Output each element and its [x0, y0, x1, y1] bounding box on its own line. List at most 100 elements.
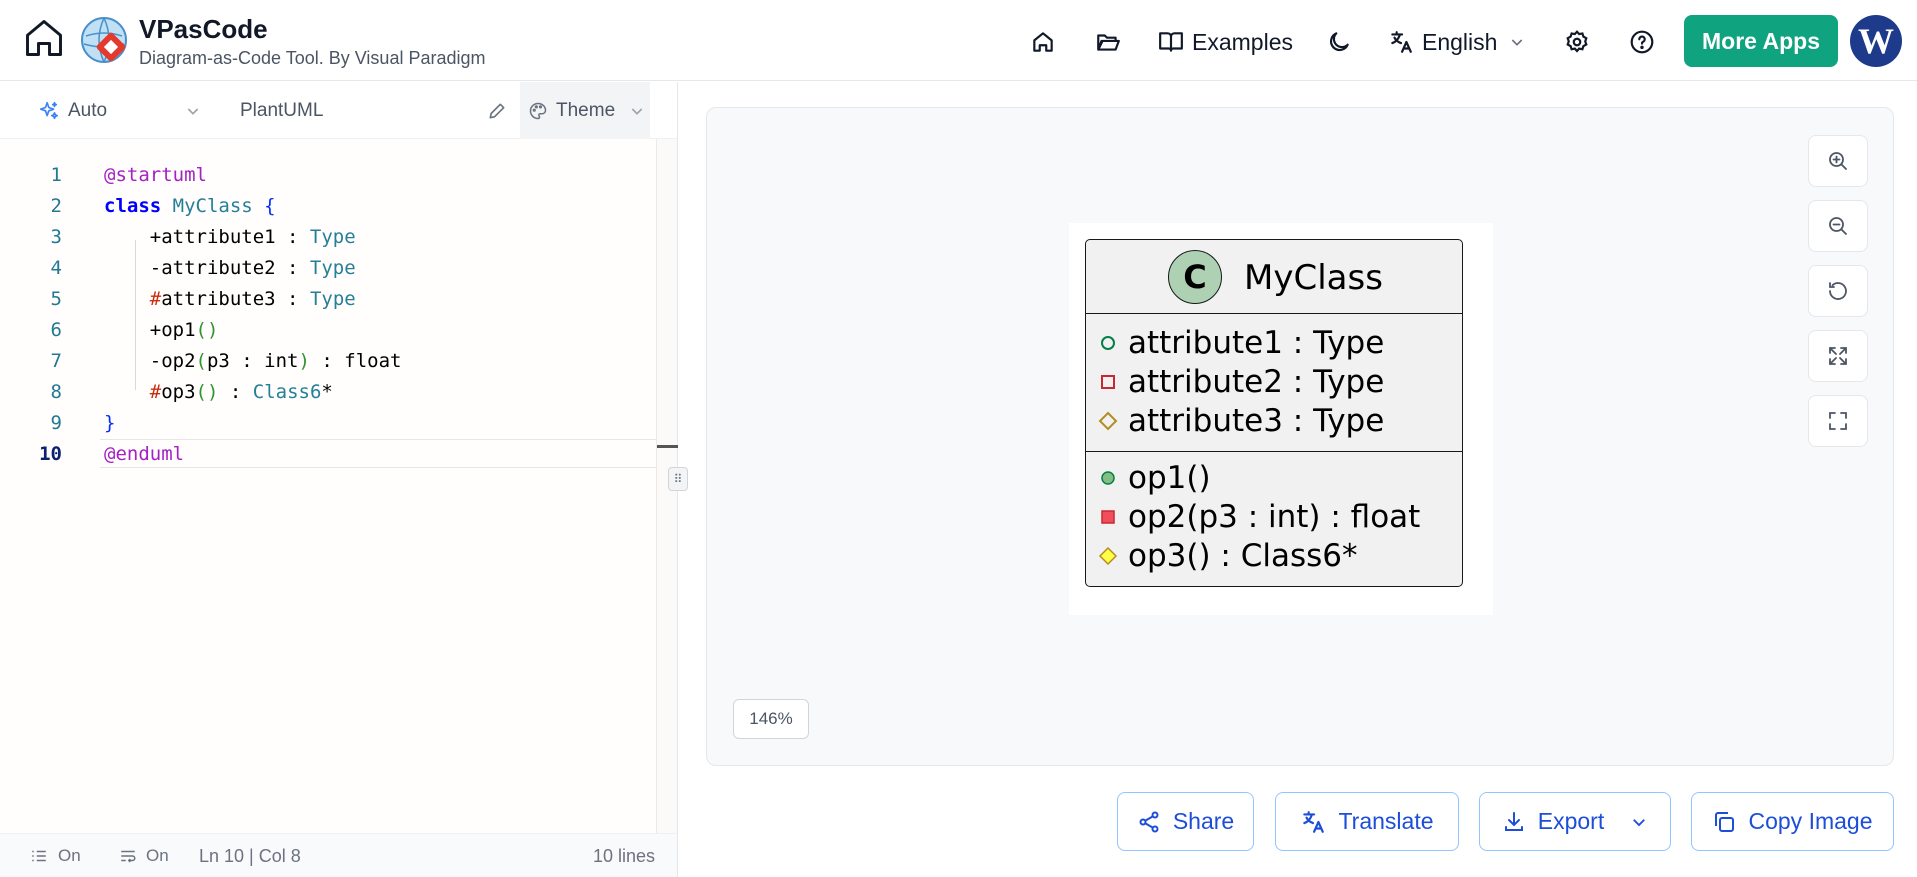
zoom-level: 146% [733, 699, 809, 739]
translate-label: Translate [1338, 808, 1434, 834]
theme-select[interactable]: Theme [520, 82, 650, 139]
line-number: 9 [50, 412, 62, 434]
member-text: op2(p3 : int) : float [1128, 499, 1421, 535]
operations-section: op1() op2(p3 : int) : float op3() : Class6… [1086, 453, 1462, 587]
code-text-area[interactable]: 1 @startuml 2 class MyClass {3 +attribute1 … [0, 139, 656, 839]
code-token: : float [309, 350, 402, 372]
member-text: attribute3 : Type [1128, 403, 1385, 439]
protected-visibility-icon [1088, 402, 1128, 440]
chevron-down-icon [1512, 39, 1523, 46]
help-icon [1630, 30, 1654, 54]
code-line: 3 +attribute1 : Type [0, 222, 656, 253]
top-bar: VPasCode Diagram-as-Code Tool. By Visual… [0, 0, 1917, 81]
code-token: () [195, 319, 219, 341]
zoom-in-button[interactable] [1808, 135, 1868, 187]
uml-attribute: attribute1 : Type [1086, 324, 1462, 362]
line-number: 2 [50, 195, 62, 217]
editor-toolbar: Auto PlantUML Theme [0, 82, 677, 139]
code-token: @startuml [104, 164, 207, 186]
uml-operation: op3() : Class6* [1086, 537, 1462, 575]
examples-label: Examples [1192, 28, 1293, 55]
language-select[interactable]: English [1388, 22, 1525, 62]
line-number: 8 [50, 381, 62, 403]
chevron-down-icon [631, 107, 643, 115]
line-number: 10 [39, 443, 62, 465]
diagram-canvas[interactable]: C MyClass attribute1 : Type attribute2 : … [706, 107, 1894, 766]
line-number: 5 [50, 288, 62, 310]
home-icon[interactable] [22, 16, 66, 60]
line-number: 1 [50, 164, 62, 186]
code-line: 10 @enduml [0, 439, 656, 470]
code-token: () [195, 381, 219, 403]
copy-image-button[interactable]: Copy Image [1691, 792, 1894, 851]
palette-icon [529, 102, 547, 119]
code-editor-panel: Auto PlantUML Theme 1 @startuml 2 class MyC… [0, 82, 688, 877]
dark-mode-toggle[interactable] [1326, 22, 1352, 62]
code-token: op3 [161, 381, 196, 403]
share-button[interactable]: Share [1117, 792, 1254, 851]
book-icon [1159, 32, 1183, 52]
line-content: +op1() [104, 315, 219, 346]
code-token: { [264, 195, 276, 217]
line-number: 4 [50, 257, 62, 279]
code-token: class [104, 195, 173, 217]
export-label: Export [1537, 808, 1605, 834]
uml-class-box[interactable]: C MyClass attribute1 : Type attribute2 : … [1085, 239, 1463, 587]
translate-button[interactable]: Translate [1275, 792, 1459, 851]
download-icon [1504, 811, 1523, 831]
code-token: # [149, 381, 162, 403]
nav-home-button[interactable] [1030, 22, 1056, 62]
more-apps-button[interactable]: More Apps [1684, 15, 1838, 67]
member-text: attribute2 : Type [1128, 364, 1385, 400]
app-subtitle: Diagram-as-Code Tool. By Visual Paradigm [139, 48, 486, 68]
code-token: -attribute2 : [104, 257, 310, 279]
zoom-out-button[interactable] [1808, 200, 1868, 252]
edit-button[interactable] [487, 96, 507, 126]
line-content: +attribute1 : Type [104, 222, 356, 253]
share-label: Share [1172, 808, 1235, 834]
app-logo[interactable] [80, 16, 128, 64]
folder-open-icon [1097, 34, 1120, 51]
code-token: MyClass [172, 195, 265, 217]
code-line: 2 class MyClass { [0, 191, 656, 222]
code-token: -op2 [104, 350, 196, 372]
sparkles-icon [39, 101, 59, 120]
editor-status-bar: On On Ln 10 | Col 8 10 lines [0, 833, 677, 877]
pencil-icon [489, 103, 505, 119]
cursor-position: Ln 10 | Col 8 [199, 846, 301, 866]
export-button[interactable]: Export [1479, 792, 1671, 851]
line-content: #attribute3 : Type [104, 284, 356, 315]
toggle1-label: On [58, 846, 81, 865]
code-token: Type [309, 257, 356, 279]
code-token: Type [309, 226, 356, 248]
scroll-marker [657, 445, 678, 448]
fit-to-screen-button[interactable] [1808, 330, 1868, 382]
code-token: } [104, 412, 116, 434]
attributes-section: attribute1 : Type attribute2 : Type attrib… [1086, 314, 1462, 452]
reset-zoom-button[interactable] [1808, 265, 1868, 317]
class-marker-icon: C [1168, 250, 1222, 304]
wrap-icon [121, 850, 136, 863]
language-mode-label[interactable]: PlantUML [240, 96, 323, 126]
public-visibility-icon [1088, 324, 1128, 362]
line-numbers-toggle[interactable]: On [30, 846, 81, 866]
fit-icon [1829, 347, 1847, 365]
word-wrap-toggle[interactable]: On [118, 846, 169, 866]
chevron-down-icon [187, 108, 199, 115]
zoom-in-icon [1829, 152, 1847, 170]
fullscreen-button[interactable] [1808, 395, 1868, 447]
avatar[interactable]: W [1850, 15, 1902, 67]
nav-open-button[interactable] [1094, 22, 1122, 62]
resize-handle[interactable]: ⠿ [668, 467, 688, 491]
mode-select[interactable]: Auto [38, 96, 201, 126]
share-icon [1139, 811, 1159, 832]
code-line: 4 -attribute2 : Type [0, 253, 656, 284]
settings-button[interactable] [1564, 22, 1590, 62]
code-token: ) [298, 350, 310, 372]
nav-examples-button[interactable]: Examples [1158, 22, 1293, 62]
help-button[interactable] [1629, 22, 1655, 62]
code-token: attribute3 : [161, 288, 310, 310]
language-label: English [1422, 28, 1498, 55]
code-token: * [321, 381, 333, 403]
